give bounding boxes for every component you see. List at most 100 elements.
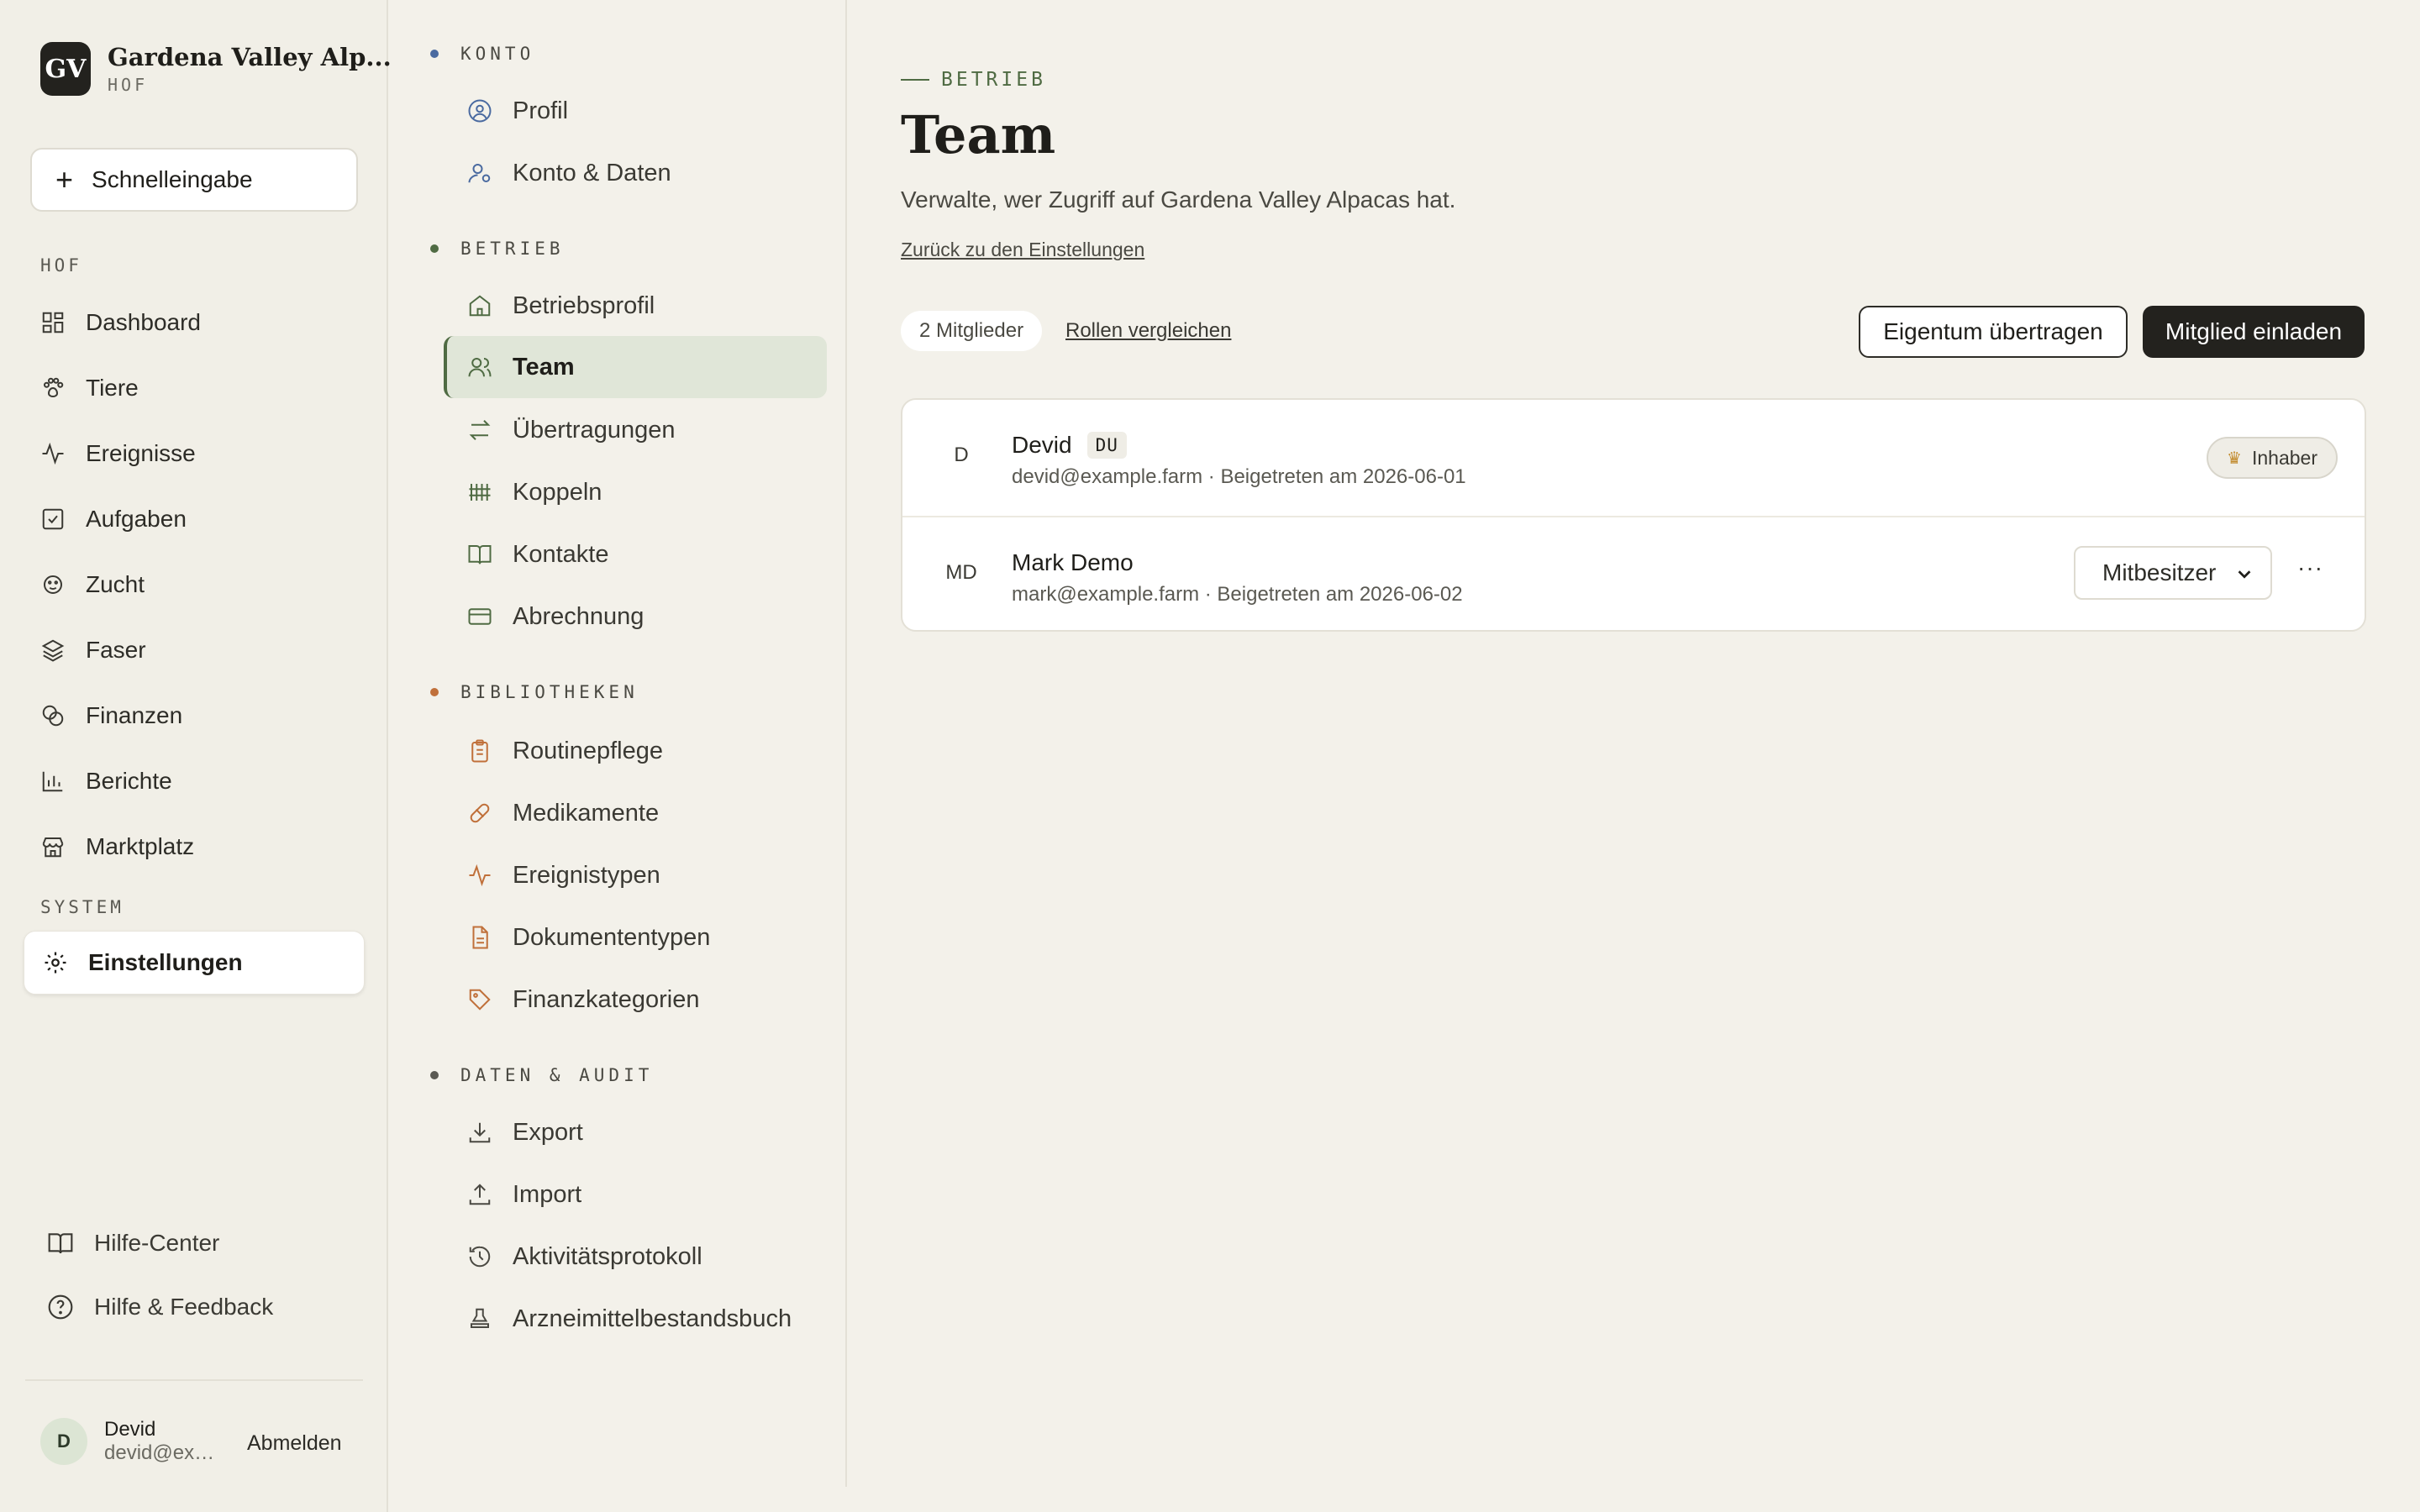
members-count-badge: 2 Mitglieder: [901, 311, 1043, 351]
farm-logo: GV: [40, 42, 91, 96]
user-card: D Devid devid@example.farm: [40, 1418, 222, 1465]
activity-icon: [469, 864, 491, 887]
role-select[interactable]: Mitbesitzer: [2074, 546, 2272, 600]
settings-item-kontakte[interactable]: Kontakte: [467, 529, 608, 580]
page-title: Team: [901, 104, 1056, 165]
fence-icon: [469, 484, 491, 501]
farm-switcher[interactable]: GV Gardena Valley Alp... HOF: [40, 42, 392, 96]
settings-item-import[interactable]: Import: [467, 1169, 581, 1220]
settings-item-abrechnung[interactable]: Abrechnung: [467, 591, 644, 642]
user-settings-icon: [468, 164, 491, 183]
history-icon: [469, 1246, 491, 1268]
sidebar-item-tiere[interactable]: Tiere: [40, 363, 139, 413]
upload-icon: [469, 1184, 491, 1205]
pill-icon: [470, 803, 490, 823]
member-meta: devid@example.farm · Beigetreten am 2026…: [1012, 465, 1466, 488]
settings-item-export[interactable]: Export: [467, 1107, 583, 1158]
compare-roles-link[interactable]: Rollen vergleichen: [1065, 319, 1231, 343]
chevron-down-icon: [2238, 570, 2251, 579]
help-feedback-link[interactable]: Hilfe & Feedback: [47, 1284, 273, 1331]
paw-icon: [44, 377, 64, 398]
section-dot: [430, 244, 439, 253]
gear-icon: [45, 952, 66, 974]
settings-item-betriebsprofil[interactable]: Betriebsprofil: [467, 281, 655, 331]
sidebar-item-marktplatz[interactable]: Marktplatz: [40, 822, 194, 872]
section-dot: [430, 688, 439, 696]
settings-section-betrieb: BETRIEB: [430, 239, 565, 259]
member-meta: mark@example.farm · Beigetreten am 2026-…: [1012, 583, 1463, 606]
sidebar-item-einstellungen[interactable]: Einstellungen: [24, 931, 365, 995]
settings-item-finanzkategorien[interactable]: Finanzkategorien: [467, 974, 699, 1025]
member-avatar: MD: [945, 561, 977, 584]
sidebar-item-berichte[interactable]: Berichte: [40, 756, 172, 806]
settings-item-profil[interactable]: Profil: [467, 86, 568, 136]
book-icon: [48, 1233, 73, 1254]
user-circle-icon: [468, 99, 492, 123]
section-dot: [430, 50, 439, 58]
members-list: D Devid DU devid@example.farm · Beigetre…: [901, 398, 2366, 632]
settings-item-arzneimittelbestandsbuch[interactable]: Arzneimittelbestandsbuch: [467, 1294, 792, 1344]
download-icon: [469, 1122, 491, 1143]
user-name: Devid: [104, 1418, 156, 1441]
page-subtitle: Verwalte, wer Zugriff auf Gardena Valley…: [901, 186, 1456, 213]
member-name: Devid: [1012, 432, 1072, 458]
page-eyebrow: BETRIEB: [901, 69, 1046, 91]
farm-name: Gardena Valley Alp...: [108, 43, 392, 71]
home-icon: [469, 295, 491, 317]
invite-member-button[interactable]: Mitglied einladen: [2143, 306, 2365, 358]
settings-item-aktivitaetsprotokoll[interactable]: Aktivitätsprotokoll: [467, 1231, 702, 1282]
sidebar-item-dashboard[interactable]: Dashboard: [40, 297, 201, 348]
breeding-icon: [44, 575, 62, 594]
quick-entry-button[interactable]: + Schnelleingabe: [30, 148, 358, 212]
tag-icon: [469, 989, 491, 1011]
arrows-swap-icon: [469, 420, 491, 440]
activity-icon: [42, 442, 64, 465]
member-avatar: D: [954, 444, 969, 466]
settings-nav: KONTO Profil Konto & Daten BETRIEB Betri…: [390, 0, 847, 1487]
settings-item-koppeln[interactable]: Koppeln: [467, 467, 602, 517]
settings-section-daten: DATEN & AUDIT: [430, 1065, 653, 1085]
sidebar-item-ereignisse[interactable]: Ereignisse: [40, 428, 196, 479]
settings-item-dokumententypen[interactable]: Dokumententypen: [467, 912, 710, 963]
sidebar-item-faser[interactable]: Faser: [40, 625, 146, 675]
settings-item-team[interactable]: Team: [444, 336, 827, 398]
eyebrow-line: [901, 79, 929, 81]
stamp-icon: [471, 1308, 489, 1328]
back-to-settings-link[interactable]: Zurück zu den Einstellungen: [901, 239, 1144, 261]
settings-item-routinepflege[interactable]: Routinepflege: [467, 726, 663, 776]
settings-item-medikamente[interactable]: Medikamente: [467, 788, 659, 838]
help-circle-icon: [48, 1294, 73, 1320]
logout-button[interactable]: Abmelden: [247, 1431, 342, 1456]
settings-item-uebertragungen[interactable]: Übertragungen: [467, 405, 675, 455]
member-row: MD Mark Demo mark@example.farm · Beigetr…: [902, 516, 2365, 630]
crown-icon: ♛: [2227, 449, 2242, 468]
section-dot: [430, 1071, 439, 1079]
settings-item-ereignistypen[interactable]: Ereignistypen: [467, 850, 660, 900]
users-icon: [468, 358, 492, 377]
more-actions-button[interactable]: ···: [2297, 554, 2323, 581]
you-badge: DU: [1086, 432, 1127, 459]
member-row: D Devid DU devid@example.farm · Beigetre…: [902, 400, 2365, 516]
divider: [25, 1379, 363, 1381]
coins-icon: [42, 705, 64, 727]
quick-entry-label: Schnelleingabe: [92, 166, 253, 192]
owner-role-badge: ♛ Inhaber: [2207, 437, 2338, 479]
clipboard-icon: [471, 739, 488, 763]
settings-section-konto: KONTO: [430, 44, 534, 64]
store-icon: [42, 837, 64, 858]
help-center-link[interactable]: Hilfe-Center: [47, 1220, 219, 1267]
sidebar: GV Gardena Valley Alp... HOF + Schnellei…: [0, 0, 392, 1512]
credit-card-icon: [468, 608, 492, 625]
bar-chart-icon: [42, 771, 63, 792]
section-label-system: SYSTEM: [40, 897, 124, 917]
sidebar-item-zucht[interactable]: Zucht: [40, 559, 145, 610]
settings-item-konto-daten[interactable]: Konto & Daten: [467, 148, 671, 198]
settings-section-bibliotheken: BIBLIOTHEKEN: [430, 682, 639, 702]
book-open-icon: [468, 545, 492, 564]
plus-icon: +: [55, 162, 74, 197]
sidebar-item-aufgaben[interactable]: Aufgaben: [40, 494, 187, 544]
transfer-ownership-button[interactable]: Eigentum übertragen: [1859, 306, 2128, 358]
file-icon: [472, 926, 488, 949]
sidebar-item-finanzen[interactable]: Finanzen: [40, 690, 182, 741]
farm-type: HOF: [108, 75, 149, 95]
